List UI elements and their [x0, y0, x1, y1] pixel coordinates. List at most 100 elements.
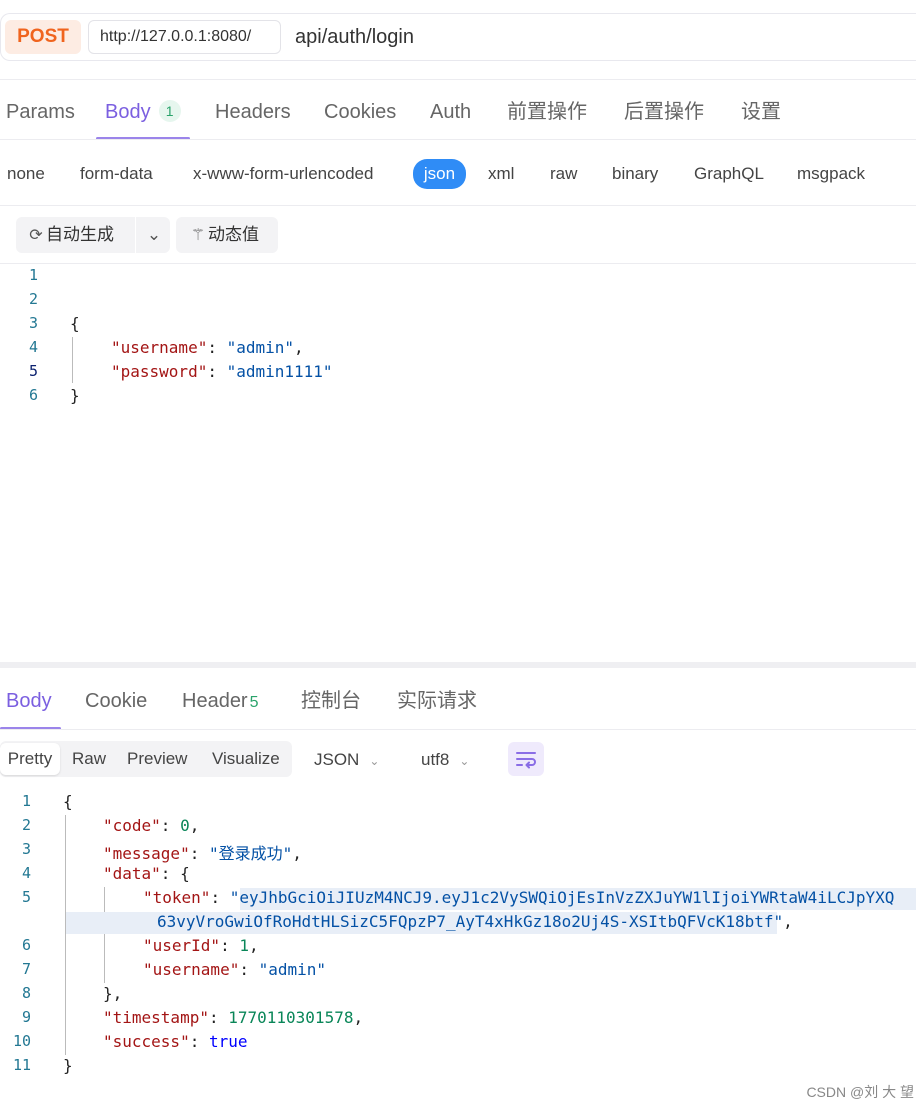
method-select[interactable]: POST: [5, 20, 81, 54]
divider: [0, 263, 916, 264]
indent-guide: [72, 337, 73, 383]
indent-guide: [65, 815, 66, 1055]
tab-settings[interactable]: 设置: [741, 97, 781, 127]
response-tab-body[interactable]: Body: [6, 686, 52, 716]
line-number: 11: [12, 1056, 31, 1074]
body-type-xml[interactable]: xml: [488, 161, 514, 187]
code-line: "success": true: [103, 1032, 248, 1051]
body-type-msgpack[interactable]: msgpack: [797, 161, 865, 187]
tab-auth[interactable]: Auth: [430, 97, 471, 127]
line-number: 6: [28, 386, 38, 404]
chevron-down-icon[interactable]: ⌄: [142, 217, 166, 253]
body-type-graphql[interactable]: GraphQL: [694, 161, 764, 187]
code-line: }: [70, 386, 80, 405]
line-number: 1: [28, 266, 38, 284]
format-select[interactable]: JSON ⌄: [314, 748, 379, 772]
code-line: "username": "admin",: [111, 338, 304, 357]
line-number: 1: [21, 792, 31, 810]
code-line: }: [63, 1056, 73, 1075]
view-mode-visualize[interactable]: Visualize: [212, 741, 280, 777]
line-number: 6: [21, 936, 31, 954]
code-line: "timestamp": 1770110301578,: [103, 1008, 364, 1027]
view-mode-raw[interactable]: Raw: [72, 741, 106, 777]
json-key: "token": [143, 888, 211, 907]
path-input[interactable]: api/auth/login: [295, 20, 414, 54]
tab-body[interactable]: Body 1: [105, 97, 181, 127]
response-tab-cookie[interactable]: Cookie: [85, 686, 147, 716]
line-number: 5: [28, 362, 38, 380]
code-line: },: [103, 984, 123, 1003]
body-type-json[interactable]: json: [413, 159, 466, 189]
code-line: "message": "登录成功",: [103, 844, 302, 863]
json-value: "eyJhbGciOiJIUzM4NCJ9.eyJ1c2VySWQiOjEsIn…: [229, 888, 895, 907]
auto-generate-group: ⟳ 自动生成 ⌄: [16, 217, 170, 253]
dynamic-value-label: 动态值: [208, 225, 259, 244]
base-url-field[interactable]: http://127.0.0.1:8080/: [88, 20, 281, 54]
body-type-raw[interactable]: raw: [550, 161, 577, 187]
code-line: {: [63, 792, 73, 811]
json-value: 63vyVroGwiOfRoHdtHLSizC5FQpzP7_AyT4xHkGz…: [157, 912, 784, 931]
json-key: "password": [111, 362, 208, 381]
json-value: 1: [239, 936, 249, 955]
line-number: 4: [28, 338, 38, 356]
chevron-down-icon: ⌄: [459, 754, 470, 768]
view-mode-preview[interactable]: Preview: [127, 741, 187, 777]
auto-generate-label: 自动生成: [46, 225, 114, 244]
chevron-down-icon: ⌄: [369, 754, 380, 768]
word-wrap-button[interactable]: [508, 742, 544, 776]
watermark: CSDN @刘 大 望: [806, 1084, 914, 1100]
divider: [0, 729, 916, 730]
line-number: 8: [21, 984, 31, 1002]
tab-cookies[interactable]: Cookies: [324, 97, 396, 127]
divider: [0, 79, 916, 80]
magic-wand-icon: ⚚: [190, 227, 206, 244]
json-value: "admin1111": [226, 362, 333, 381]
json-value: true: [208, 1032, 248, 1051]
body-type-binary[interactable]: binary: [612, 161, 658, 187]
auto-generate-button[interactable]: ⟳ 自动生成: [26, 217, 114, 254]
encoding-select[interactable]: utf8 ⌄: [421, 748, 469, 772]
line-number: 2: [28, 290, 38, 308]
body-type-none[interactable]: none: [7, 161, 45, 187]
url-bar: POST http://127.0.0.1:8080/ api/auth/log…: [0, 13, 916, 61]
code-line: 63vyVroGwiOfRoHdtHLSizC5FQpzP7_AyT4xHkGz…: [157, 912, 793, 931]
token-part: eyJhbGciOiJIUzM4NCJ9.eyJ1c2VySWQiOjEsInV…: [239, 888, 895, 907]
json-value: 1770110301578: [228, 1008, 354, 1027]
response-tab-header-label: Header: [182, 690, 248, 712]
tab-params[interactable]: Params: [6, 97, 75, 127]
response-tab-actual-request[interactable]: 实际请求: [397, 686, 477, 716]
view-mode-pretty[interactable]: Pretty: [0, 743, 60, 775]
body-type-form-data[interactable]: form-data: [80, 161, 153, 187]
line-number: 2: [21, 816, 31, 834]
line-number: 5: [21, 888, 31, 906]
token-part: 63vyVroGwiOfRoHdtHLSizC5FQpzP7_AyT4xHkGz…: [157, 912, 774, 931]
json-value: "登录成功": [208, 844, 293, 863]
json-value: "admin": [258, 960, 327, 979]
refresh-icon: ⟳: [29, 227, 43, 244]
divider: [0, 205, 916, 206]
dynamic-value-button[interactable]: ⚚ 动态值: [176, 217, 278, 253]
tab-headers[interactable]: Headers: [215, 97, 291, 127]
tab-body-label: Body: [105, 101, 151, 123]
json-value: 0: [180, 816, 190, 835]
indent-guide: [104, 887, 105, 983]
line-number: 3: [21, 840, 31, 858]
format-select-value: JSON: [314, 750, 360, 769]
body-count-badge: 1: [158, 100, 181, 122]
response-tab-console[interactable]: 控制台: [301, 686, 361, 716]
json-key: "username": [111, 338, 208, 357]
word-wrap-icon: [516, 752, 536, 769]
line-number: 10: [12, 1032, 31, 1050]
tab-pre-processors[interactable]: 前置操作: [507, 97, 587, 127]
code-line: "code": 0,: [103, 816, 200, 835]
code-line: "userId": 1,: [143, 936, 259, 955]
code-line: {: [70, 314, 80, 333]
line-number: 4: [21, 864, 31, 882]
json-key: "code": [103, 816, 161, 835]
tab-post-processors[interactable]: 后置操作: [624, 97, 704, 127]
panel-resize-handle[interactable]: [0, 662, 916, 668]
response-tab-header[interactable]: Header 5: [182, 686, 259, 716]
code-line: "token": "eyJhbGciOiJIUzM4NCJ9.eyJ1c2VyS…: [143, 888, 895, 907]
body-type-urlencoded[interactable]: x-www-form-urlencoded: [193, 161, 373, 187]
line-number: 3: [28, 314, 38, 332]
